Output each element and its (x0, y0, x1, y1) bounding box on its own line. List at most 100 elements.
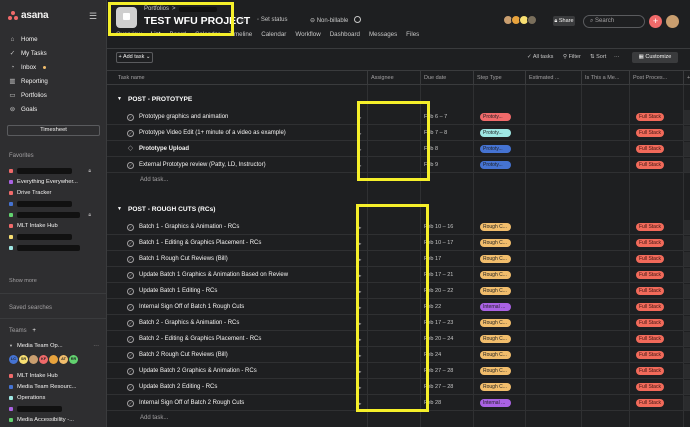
post-process-badge[interactable]: Full Stack (636, 303, 664, 311)
favorite-item[interactable]: MLT Intake Hub (0, 220, 107, 231)
post-process-badge[interactable]: Full Stack (636, 255, 664, 263)
column-header[interactable]: Assignee (367, 71, 420, 85)
milestone-icon[interactable]: ◇ (127, 145, 134, 153)
step-type-badge[interactable]: Rough C... (480, 287, 511, 295)
complete-check-icon[interactable]: ✓ (127, 304, 134, 311)
complete-check-icon[interactable]: ✓ (127, 368, 134, 375)
task-name[interactable]: Prototype Upload (139, 146, 189, 152)
post-process-badge[interactable]: Full Stack (636, 367, 664, 375)
complete-check-icon[interactable]: ✓ (127, 352, 134, 359)
more-icon[interactable]: ··· (93, 343, 99, 349)
task-name[interactable]: Internal Sign Off of Batch 1 Rough Cuts (139, 304, 244, 310)
tab-files[interactable]: Files (406, 31, 419, 38)
post-process-badge[interactable]: Full Stack (636, 113, 664, 121)
chevron-down-icon[interactable]: ⌄ (146, 54, 151, 60)
complete-check-icon[interactable]: ✓ (127, 162, 134, 169)
task-name[interactable]: Update Batch 2 Editing - RCs (139, 384, 217, 390)
asana-logo[interactable]: asana (8, 10, 49, 21)
task-name[interactable]: Batch 1 - Graphics & Animation - RCs (139, 224, 239, 230)
sidebar-item-inbox[interactable]: ◔ Inbox (0, 61, 107, 73)
post-process-badge[interactable]: Full Stack (636, 271, 664, 279)
section-header[interactable]: ▼ POST - ROUGH CUTS (RCs) (117, 206, 216, 213)
saved-searches-heading[interactable]: Saved searches (9, 305, 52, 311)
step-type-badge[interactable]: Internal ... (480, 303, 511, 311)
add-task-link[interactable]: Add task... (140, 177, 168, 183)
task-name[interactable]: Batch 1 Rough Cut Reviews (Bill) (139, 256, 228, 262)
task-name[interactable]: Update Batch 1 Graphics & Animation Base… (139, 272, 288, 278)
complete-check-icon[interactable]: ✓ (127, 272, 134, 279)
column-header[interactable]: Due date (420, 71, 473, 85)
avatar[interactable]: SR (19, 355, 28, 364)
step-type-badge[interactable]: Rough C... (480, 223, 511, 231)
avatar[interactable]: KF (39, 355, 48, 364)
complete-check-icon[interactable]: ✓ (127, 336, 134, 343)
tab-messages[interactable]: Messages (369, 31, 397, 38)
step-type-badge[interactable]: Rough C... (480, 383, 511, 391)
section-header[interactable]: ▼ POST - PROTOTYPE (117, 96, 192, 103)
filter-button[interactable]: ⚲ Filter (563, 54, 581, 60)
post-process-badge[interactable]: Full Stack (636, 129, 664, 137)
favorite-item[interactable]: Everything Everywher... (0, 176, 107, 187)
task-name[interactable]: Prototype graphics and animation (139, 114, 228, 120)
team-project-item[interactable]: MLT Intake Hub (0, 370, 107, 381)
tab-workflow[interactable]: Workflow (295, 31, 320, 38)
team-project-item[interactable]: Media Team Resourc... (0, 381, 107, 392)
sidebar-item-goals[interactable]: ⊚ Goals (0, 103, 107, 115)
sidebar-item-portfolios[interactable]: ▭ Portfolios (0, 89, 107, 101)
post-process-badge[interactable]: Full Stack (636, 383, 664, 391)
post-process-badge[interactable]: Full Stack (636, 223, 664, 231)
step-type-badge[interactable]: Rough C... (480, 367, 511, 375)
add-column-icon[interactable]: + (683, 71, 690, 85)
favorite-item[interactable]: Drive Tracker (0, 187, 107, 198)
all-tasks-filter[interactable]: ✓ All tasks (527, 54, 553, 60)
favorite-item[interactable] (0, 198, 107, 209)
create-plus-button[interactable]: + (649, 15, 662, 28)
favorite-item[interactable]: 🔒︎ (0, 209, 107, 220)
column-header[interactable]: Task name (109, 71, 369, 85)
star-icon[interactable]: ☆ (239, 15, 246, 24)
team-project-item[interactable]: Media Accessibility -... (0, 414, 107, 425)
step-type-badge[interactable]: Prototy... (480, 161, 511, 169)
tab-calendar[interactable]: Calendar (261, 31, 286, 38)
avatar[interactable] (49, 355, 58, 364)
complete-check-icon[interactable]: ✓ (127, 256, 134, 263)
hamburger-icon[interactable]: ☰ (89, 11, 97, 22)
task-name[interactable]: Internal Sign Off of Batch 2 Rough Cuts (139, 400, 244, 406)
team-item[interactable]: ▼ Media Team Op... ··· (0, 340, 107, 351)
complete-check-icon[interactable]: ✓ (127, 320, 134, 327)
customize-button[interactable]: ▦ Customize (632, 52, 678, 63)
sort-button[interactable]: ⇅ Sort (590, 54, 606, 60)
post-process-badge[interactable]: Full Stack (636, 161, 664, 169)
sidebar-item-reporting[interactable]: ▥ Reporting (0, 75, 107, 87)
add-team-icon[interactable]: + (32, 328, 36, 334)
sidebar-item-home[interactable]: ⌂ Home (0, 33, 107, 45)
step-type-badge[interactable]: Rough C... (480, 351, 511, 359)
step-type-badge[interactable]: Internal ... (480, 399, 511, 407)
avatar[interactable]: LC (9, 355, 18, 364)
post-process-badge[interactable]: Full Stack (636, 399, 664, 407)
avatar[interactable]: RR (69, 355, 78, 364)
project-members[interactable] (503, 15, 537, 25)
column-header[interactable]: Post Proces... (629, 71, 683, 85)
step-type-badge[interactable]: Prototy... (480, 113, 511, 121)
step-type-badge[interactable]: Rough C... (480, 271, 511, 279)
avatar[interactable] (666, 15, 679, 28)
add-task-link[interactable]: Add task... (140, 415, 168, 421)
favorite-item[interactable] (0, 231, 107, 242)
circle-icon[interactable] (354, 16, 361, 23)
add-task-button[interactable]: + Add task ⌄ (116, 52, 153, 63)
task-name[interactable]: Batch 2 - Editing & Graphics Placement -… (139, 336, 261, 342)
favorite-item[interactable]: 🔒︎ (0, 165, 107, 176)
team-project-item[interactable]: Operations (0, 392, 107, 403)
set-status-button[interactable]: ◦ Set status (257, 17, 288, 23)
task-name[interactable]: Batch 1 - Editing & Graphics Placement -… (139, 240, 261, 246)
column-header[interactable]: Estimated ... (525, 71, 581, 85)
avatar[interactable] (527, 15, 537, 25)
step-type-badge[interactable]: Prototy... (480, 145, 511, 153)
more-icon[interactable]: ··· (614, 54, 620, 60)
search-input[interactable]: ⌕ Search (583, 15, 645, 28)
complete-check-icon[interactable]: ✓ (127, 400, 134, 407)
complete-check-icon[interactable]: ✓ (127, 224, 134, 231)
step-type-badge[interactable]: Rough C... (480, 255, 511, 263)
task-name[interactable]: Update Batch 1 Editing - RCs (139, 288, 217, 294)
